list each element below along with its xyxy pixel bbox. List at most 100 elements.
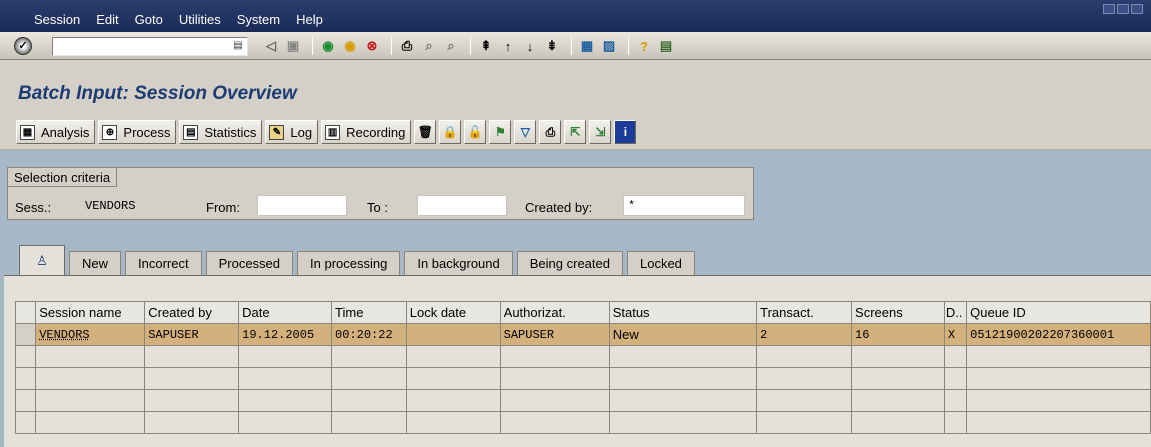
process-label: Process — [123, 124, 171, 140]
import-icon[interactable]: ⇲ — [589, 120, 612, 144]
cancel-icon[interactable]: ⊗ — [363, 37, 381, 55]
system-icons: ◁ ▣ ◉ ◉ ⊗ ⎙ ⌕ ⌕ ⇞ ↑ ↓ ⇟ ▦ ▨ ? ▤ — [262, 37, 679, 55]
log-icon: ✎ — [269, 124, 285, 140]
statistics-button[interactable]: ▤ Statistics — [179, 120, 263, 144]
recording-button[interactable]: ▥ Recording — [321, 120, 412, 144]
page-title: Batch Input: Session Overview — [18, 83, 297, 104]
select-all-cell[interactable] — [14, 301, 37, 324]
empty-row — [14, 411, 1151, 434]
maximize-button[interactable] — [1117, 4, 1129, 14]
back-icon[interactable]: ◉ — [319, 37, 337, 55]
row-selector[interactable] — [14, 411, 37, 434]
log-button[interactable]: ✎ Log — [265, 120, 319, 144]
analysis-button[interactable]: ▦ Analysis — [16, 120, 96, 144]
tab-in-processing[interactable]: In processing — [297, 251, 401, 275]
empty-row — [14, 389, 1151, 412]
delete-icon[interactable]: 🗑 — [414, 120, 437, 144]
application-toolbar: ▦ Analysis ⊕ Process ▤ Statistics ✎ Log … — [0, 114, 1151, 150]
find-icon[interactable]: ⌕ — [420, 37, 438, 55]
tab-in-background[interactable]: In background — [404, 251, 513, 275]
process-button[interactable]: ⊕ Process — [98, 120, 177, 144]
cell-authorization: SAPUSER — [499, 323, 610, 346]
cell-status: New — [608, 323, 758, 346]
print-icon[interactable]: ⎙ — [398, 37, 416, 55]
save-icon[interactable]: ▣ — [284, 37, 302, 55]
help-icon[interactable]: ? — [635, 37, 653, 55]
command-field[interactable]: ▤ — [52, 37, 248, 56]
menu-edit[interactable]: Edit — [96, 12, 118, 27]
tab-strip: ♙ New Incorrect Processed In processing … — [19, 245, 699, 275]
cell-lock-date — [405, 323, 501, 346]
tab-incorrect[interactable]: Incorrect — [125, 251, 202, 275]
column-screens[interactable]: Screens — [851, 301, 945, 324]
table-row[interactable]: VENDORS SAPUSER 19.12.2005 00:20:22 SAPU… — [14, 323, 1151, 346]
column-authorization[interactable]: Authorizat. — [499, 301, 610, 324]
last-page-icon[interactable]: ⇟ — [543, 37, 561, 55]
filter-icon[interactable]: ▽ — [514, 120, 537, 144]
created-by-field[interactable]: * — [623, 195, 745, 216]
separator — [470, 37, 471, 55]
exit-icon[interactable]: ◉ — [341, 37, 359, 55]
cell-created-by: SAPUSER — [144, 323, 240, 346]
title-bar: Batch Input: Session Overview — [0, 60, 1151, 114]
command-history-icon[interactable]: ▤ — [232, 39, 244, 53]
menu-bar: Session Edit Goto Utilities System Help — [0, 0, 1151, 32]
column-status[interactable]: Status — [608, 301, 758, 324]
layout-icon[interactable]: ▤ — [657, 37, 675, 55]
print-list-icon[interactable]: ⎙ — [539, 120, 562, 144]
menu-help[interactable]: Help — [296, 12, 323, 27]
create-session-icon[interactable]: ▦ — [578, 37, 596, 55]
separator — [571, 37, 572, 55]
previous-page-icon[interactable]: ↑ — [499, 37, 517, 55]
row-selector[interactable] — [14, 323, 37, 346]
session-field[interactable]: VENDORS — [80, 195, 176, 216]
menu: Session Edit Goto Utilities System Help — [34, 12, 339, 27]
collapse-icon[interactable]: ◁ — [262, 37, 280, 55]
separator — [628, 37, 629, 55]
from-field[interactable] — [257, 195, 347, 216]
column-lock-date[interactable]: Lock date — [405, 301, 501, 324]
info-icon[interactable]: i — [614, 120, 637, 144]
column-time[interactable]: Time — [331, 301, 407, 324]
selection-criteria-box: Selection criteria Sess.: VENDORS From: … — [7, 167, 754, 220]
export-icon[interactable]: ⇱ — [564, 120, 587, 144]
empty-row — [14, 367, 1151, 390]
column-date[interactable]: Date — [238, 301, 333, 324]
menu-utilities[interactable]: Utilities — [179, 12, 221, 27]
column-session-name[interactable]: Session name — [35, 301, 146, 324]
minimize-button[interactable] — [1103, 4, 1115, 14]
created-by-label: Created by: — [525, 200, 593, 215]
column-d[interactable]: D.. — [943, 301, 968, 324]
close-button[interactable] — [1131, 4, 1143, 14]
analysis-icon: ▦ — [20, 124, 35, 140]
flag-icon[interactable]: ⚑ — [489, 120, 512, 144]
tab-new[interactable]: New — [69, 251, 122, 275]
column-queue-id[interactable]: Queue ID — [966, 301, 1151, 324]
tab-locked[interactable]: Locked — [626, 251, 695, 275]
next-page-icon[interactable]: ↓ — [521, 37, 539, 55]
to-field[interactable] — [417, 195, 507, 216]
column-created-by[interactable]: Created by — [144, 301, 240, 324]
row-selector[interactable] — [14, 389, 37, 412]
cell-transactions: 2 — [756, 323, 853, 346]
cell-session-name[interactable]: VENDORS — [35, 323, 146, 346]
tab-processed[interactable]: Processed — [205, 251, 294, 275]
column-transactions[interactable]: Transact. — [756, 301, 853, 324]
row-selector[interactable] — [14, 345, 37, 368]
row-selector[interactable] — [14, 367, 37, 390]
from-label: From: — [206, 200, 240, 215]
unlock-icon[interactable]: 🔓 — [464, 120, 487, 144]
shortcut-icon[interactable]: ▨ — [600, 37, 618, 55]
first-page-icon[interactable]: ⇞ — [477, 37, 495, 55]
menu-session[interactable]: Session — [34, 12, 80, 27]
lock-icon[interactable]: 🔒 — [439, 120, 462, 144]
tab-all[interactable]: ♙ — [19, 245, 65, 275]
menu-goto[interactable]: Goto — [135, 12, 163, 27]
analysis-label: Analysis — [41, 124, 90, 140]
cell-time: 00:20:22 — [331, 323, 407, 346]
tab-being-created[interactable]: Being created — [516, 251, 623, 275]
command-input[interactable] — [53, 38, 223, 55]
menu-system[interactable]: System — [237, 12, 280, 27]
find-next-icon[interactable]: ⌕ — [442, 37, 460, 55]
enter-icon[interactable]: ✓ — [14, 37, 32, 55]
